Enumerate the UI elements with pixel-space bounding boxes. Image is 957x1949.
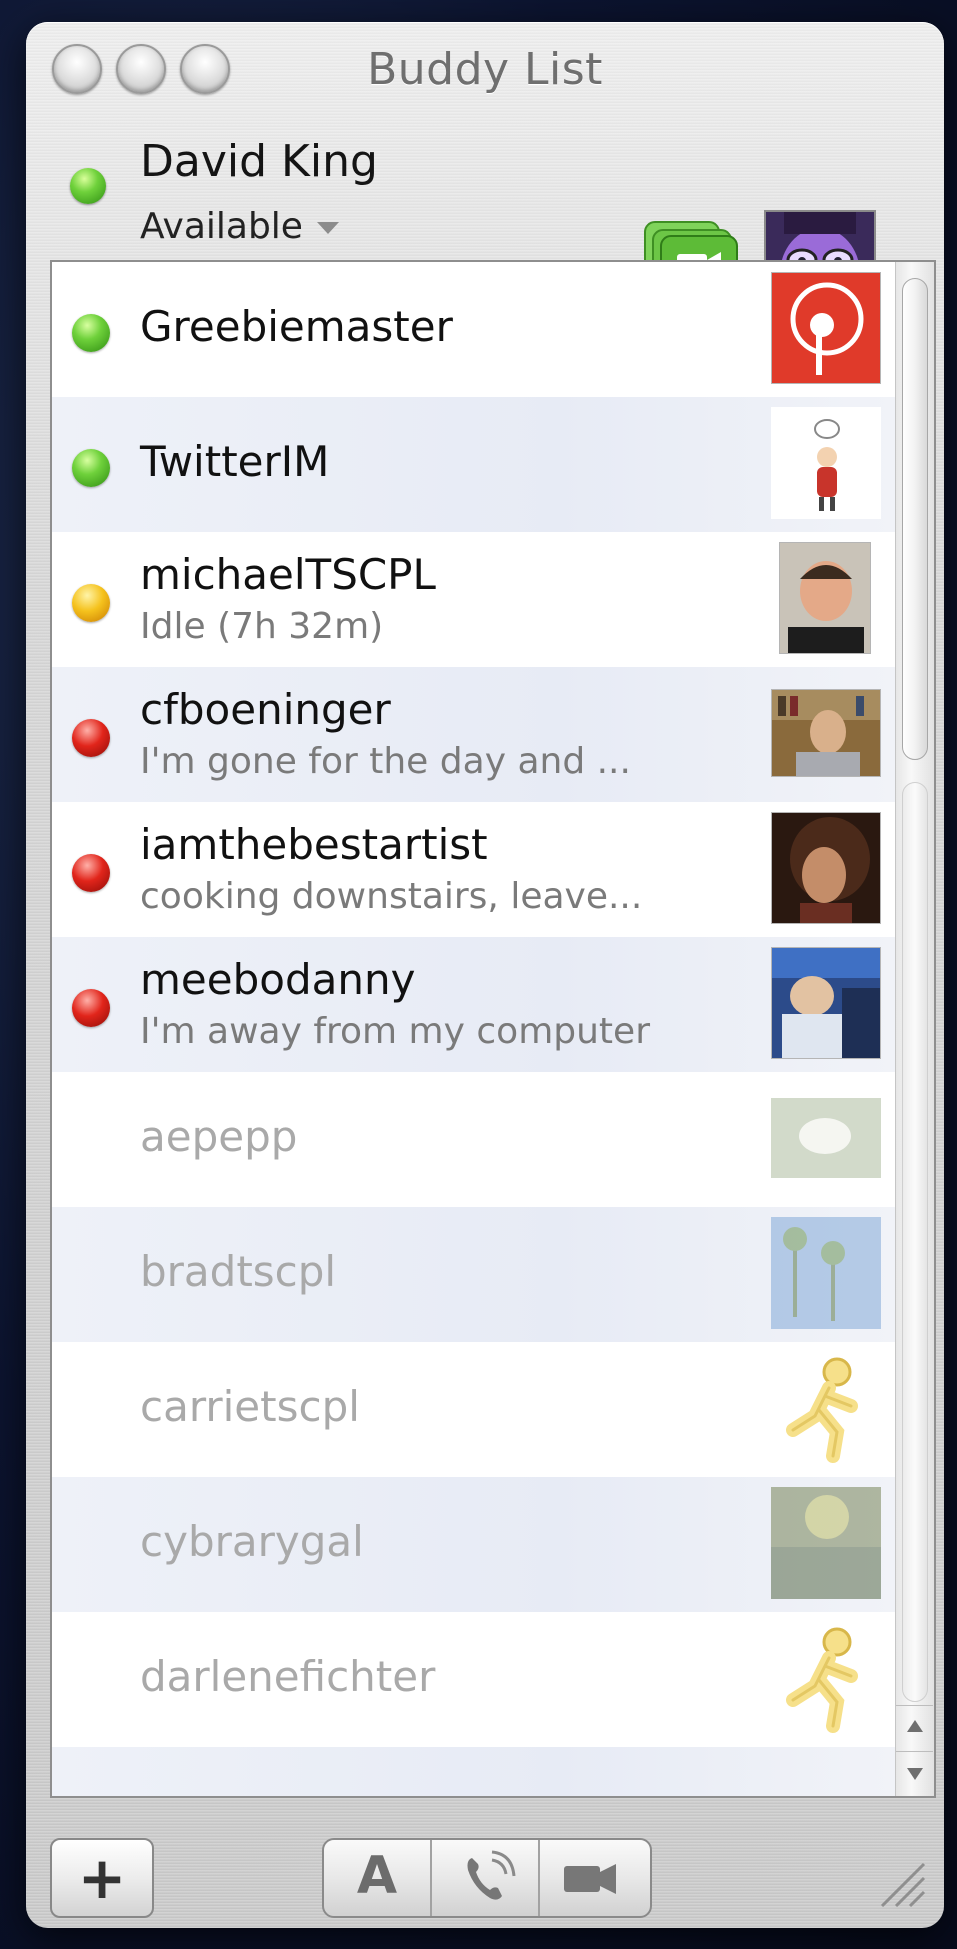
list-item[interactable]: darlenefichter: [52, 1612, 895, 1747]
status-idle-icon: [72, 584, 110, 622]
buddy-status-message: I'm gone for the day and ...: [140, 741, 631, 782]
vertical-scrollbar[interactable]: [895, 262, 934, 1796]
scroll-up-arrow-icon[interactable]: [896, 1705, 933, 1750]
text-chat-icon: A: [356, 1846, 398, 1906]
buddy-avatar: [771, 689, 881, 777]
list-item[interactable]: carrietscpl: [52, 1342, 895, 1477]
title-bar[interactable]: Buddy List: [26, 22, 944, 106]
status-away-icon: [72, 989, 110, 1027]
buddy-avatar: [771, 1487, 881, 1599]
status-away-icon: [72, 719, 110, 757]
phone-icon: [467, 1850, 516, 1900]
list-item[interactable]: aepepp: [52, 1072, 895, 1207]
my-status-indicator: [70, 168, 106, 204]
list-item[interactable]: cybrarygal: [52, 1477, 895, 1612]
my-screen-name: David King: [140, 136, 378, 187]
buddy-name: cybrarygal: [140, 1517, 364, 1566]
buddy-status-message: Idle (7h 32m): [140, 606, 384, 647]
buddy-name: TwitterIM: [140, 437, 330, 486]
chevron-down-icon: [316, 222, 339, 234]
buddy-name: darlenefichter: [140, 1652, 436, 1701]
plus-icon: +: [77, 1844, 127, 1912]
buddy-name: iamthebestartist: [140, 820, 488, 869]
buddy-name: bradtscpl: [140, 1247, 337, 1296]
buddy-status-message: I'm away from my computer: [140, 1011, 650, 1052]
buddy-list[interactable]: Greebiemaster TwitterIM michaelTSCPL Idl…: [50, 260, 936, 1798]
list-item[interactable]: bradtscpl: [52, 1207, 895, 1342]
list-item[interactable]: Greebiemaster: [52, 262, 895, 397]
buddy-avatar: [771, 272, 881, 384]
add-buddy-button[interactable]: +: [50, 1838, 154, 1918]
buddy-name: meebodanny: [140, 955, 416, 1004]
list-item[interactable]: iamthebestartist cooking downstairs, lea…: [52, 802, 895, 937]
list-item[interactable]: meebodanny I'm away from my computer: [52, 937, 895, 1072]
buddy-status-message: cooking downstairs, leave...: [140, 876, 643, 917]
resize-grip-icon[interactable]: [872, 1854, 926, 1908]
list-item[interactable]: [52, 1747, 895, 1796]
chat-mode-segmented-control[interactable]: A: [322, 1838, 652, 1918]
aim-running-man-icon: [771, 1622, 881, 1734]
status-away-icon: [72, 854, 110, 892]
status-available-icon: [72, 314, 110, 352]
buddy-avatar: [771, 947, 881, 1059]
list-item[interactable]: TwitterIM: [52, 397, 895, 532]
buddy-avatar: [771, 1098, 881, 1178]
buddy-avatar: [771, 812, 881, 924]
buddy-avatar: [771, 1217, 881, 1329]
status-label: Available: [140, 206, 303, 247]
buddy-name: michaelTSCPL: [140, 550, 436, 599]
audio-chat-button[interactable]: [432, 1840, 540, 1916]
scrollbar-track[interactable]: [902, 782, 928, 1702]
text-chat-button[interactable]: A: [324, 1840, 432, 1916]
status-available-icon: [72, 449, 110, 487]
video-camera-icon: [564, 1864, 616, 1894]
buddy-name: Greebiemaster: [140, 302, 453, 351]
buddy-name: carrietscpl: [140, 1382, 360, 1431]
scroll-down-arrow-icon[interactable]: [896, 1751, 933, 1796]
scrollbar-thumb[interactable]: [902, 278, 928, 760]
list-item[interactable]: michaelTSCPL Idle (7h 32m): [52, 532, 895, 667]
buddy-avatar: [779, 542, 871, 654]
window-title: Buddy List: [367, 44, 603, 95]
my-status-row: David King Available: [26, 106, 944, 322]
aim-running-man-icon: [771, 1352, 881, 1464]
buddy-list-window: Buddy List David King Available Greebiem…: [26, 22, 944, 1928]
bottom-toolbar: + A: [26, 1798, 944, 1928]
buddy-name: cfboeninger: [140, 685, 391, 734]
list-item[interactable]: cfboeninger I'm gone for the day and ...: [52, 667, 895, 802]
buddy-avatar: [771, 407, 881, 519]
status-menu[interactable]: Available: [140, 206, 339, 247]
video-chat-button[interactable]: [540, 1840, 648, 1916]
buddy-name: aepepp: [140, 1112, 298, 1161]
